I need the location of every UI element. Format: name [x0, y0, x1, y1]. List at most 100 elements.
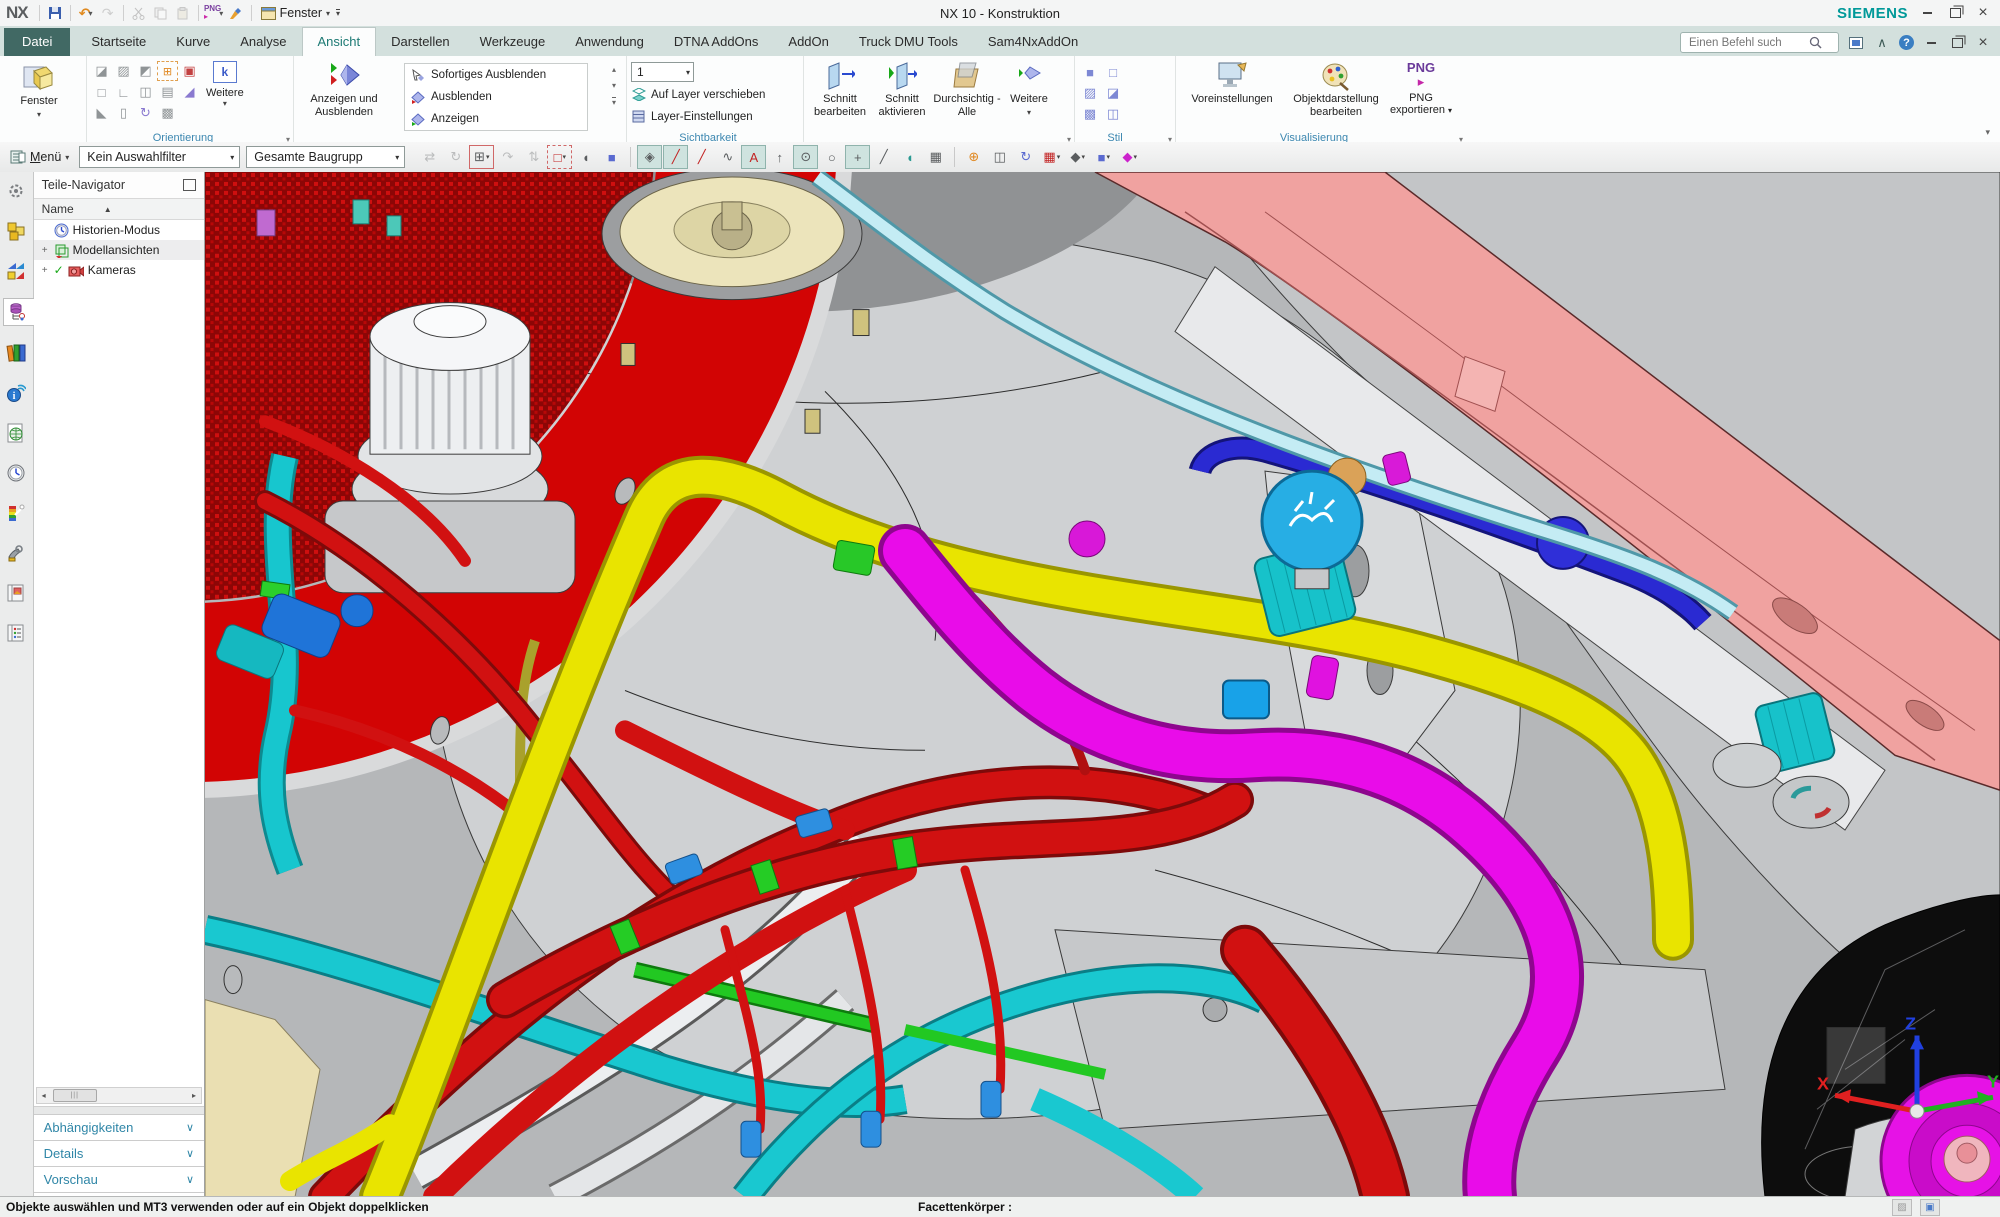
fit-view-icon[interactable]: ▣: [179, 61, 200, 81]
weitere-orientierung-label[interactable]: Weitere: [206, 87, 244, 99]
graphics-window[interactable]: X Y Z: [205, 172, 2000, 1197]
section-abhaengigkeiten[interactable]: Abhängigkeiten ∨: [34, 1114, 204, 1140]
perspective-icon[interactable]: ▩: [157, 103, 178, 123]
tab-werkzeuge[interactable]: Werkzeuge: [465, 28, 561, 56]
gallery-down-button[interactable]: ▾: [612, 81, 616, 90]
ribbon-overflow-dropdown[interactable]: ▾: [1985, 127, 2000, 142]
anzeigen-und-ausblenden-button[interactable]: Anzeigen und Ausblenden: [298, 59, 390, 118]
style-hidden-edges-icon[interactable]: ▩: [1079, 104, 1101, 124]
objektdarstellung-button[interactable]: Objektdarstellung bearbeiten: [1284, 59, 1388, 118]
paste-button[interactable]: [173, 3, 193, 23]
snap-center-icon[interactable]: ⊙: [793, 145, 818, 169]
view-bottom-icon[interactable]: ◣: [91, 103, 112, 123]
anzeigen-button[interactable]: Anzeigen: [405, 109, 587, 129]
app-minimize-button[interactable]: [1918, 5, 1936, 21]
command-search-box[interactable]: [1680, 32, 1839, 53]
menu-button[interactable]: Menü▾: [6, 148, 73, 166]
touch-panel-tab[interactable]: [3, 580, 29, 606]
view-orient-icon[interactable]: ◆▾: [1065, 145, 1090, 169]
tab-datei[interactable]: Datei: [4, 28, 70, 56]
expander-plus-icon[interactable]: +: [40, 245, 50, 256]
notes-panel-tab[interactable]: [3, 620, 29, 646]
schnitt-aktivieren-button[interactable]: Schnitt aktivieren: [872, 59, 932, 118]
window-layout-icon[interactable]: ▦▾: [1039, 145, 1064, 169]
render-style-icon[interactable]: ■▾: [1091, 145, 1116, 169]
section-details[interactable]: Details ∨: [34, 1140, 204, 1166]
png-exportieren-button[interactable]: PNG▸ PNG exportieren ▾: [1388, 59, 1454, 118]
view-top-icon[interactable]: □: [91, 82, 112, 102]
roles-tools-tab[interactable]: [3, 540, 29, 566]
snap-slash-icon[interactable]: ╱: [871, 145, 896, 169]
snap-scatter-icon[interactable]: ◈: [637, 145, 662, 169]
navigator-hscrollbar[interactable]: ◂ ||| ▸: [36, 1087, 202, 1104]
tab-startseite[interactable]: Startseite: [76, 28, 161, 56]
assembly-navigator-tab[interactable]: [3, 218, 29, 244]
tab-dtna-addons[interactable]: DTNA AddOns: [659, 28, 774, 56]
redo-button[interactable]: ↷: [98, 3, 118, 23]
help-button[interactable]: ?: [1899, 35, 1914, 50]
png-export-quick-button[interactable]: PNG▸▾: [204, 3, 224, 23]
tab-ansicht[interactable]: Ansicht: [302, 27, 377, 56]
tab-anwendung[interactable]: Anwendung: [560, 28, 659, 56]
view-isometric-icon[interactable]: ▨: [113, 61, 134, 81]
expander-plus-icon[interactable]: +: [40, 265, 50, 276]
rotate-view-icon[interactable]: ↻: [1013, 145, 1038, 169]
doc-restore-button[interactable]: [1948, 35, 1966, 51]
doc-close-button[interactable]: ×: [1974, 35, 1992, 51]
tree-row-modellansichten[interactable]: + Modellansichten: [34, 240, 204, 260]
cut-button[interactable]: [129, 3, 149, 23]
tab-darstellen[interactable]: Darstellen: [376, 28, 465, 56]
orient-view-icon[interactable]: k: [213, 61, 237, 83]
window-mode-icon[interactable]: ▣: [1920, 1199, 1940, 1216]
ausblenden-button[interactable]: Ausblenden: [405, 87, 587, 107]
tree-row-kameras[interactable]: + ✓ Kameras: [34, 260, 204, 280]
view-front-icon[interactable]: ◫: [135, 82, 156, 102]
tab-truck-dmu-tools[interactable]: Truck DMU Tools: [844, 28, 973, 56]
selection-scope-combo[interactable]: Gesamte Baugrupp▾: [246, 146, 405, 168]
weitere-sichtbarkeit-button[interactable]: Weitere ▾: [1002, 59, 1056, 118]
scroll-right-arrow[interactable]: ▸: [187, 1091, 201, 1100]
gallery-expand-button[interactable]: ▾: [612, 97, 616, 107]
voreinstellungen-button[interactable]: Voreinstellungen: [1180, 59, 1284, 118]
doc-minimize-button[interactable]: [1922, 35, 1940, 51]
durchsichtig-alle-button[interactable]: Durchsichtig - Alle: [932, 59, 1002, 118]
performance-flag-icon[interactable]: ▨: [1892, 1199, 1912, 1216]
selection-filter-combo[interactable]: Kein Auswahlfilter▾: [79, 146, 240, 168]
snap-ellipse-icon[interactable]: ○: [819, 145, 844, 169]
engine-bay-model[interactable]: X Y Z: [205, 172, 2000, 1197]
navigator-column-header[interactable]: Name ▲: [34, 198, 204, 220]
app-restore-button[interactable]: [1946, 5, 1964, 21]
web-browser-tab[interactable]: [3, 420, 29, 446]
solid-select-icon[interactable]: ■: [599, 145, 624, 169]
show-hide-icon[interactable]: ◆▾: [1117, 145, 1142, 169]
tab-addon[interactable]: AddOn: [773, 28, 843, 56]
undo-button[interactable]: ↶▾: [76, 3, 96, 23]
scroll-thumb[interactable]: |||: [53, 1089, 97, 1102]
snap-polyline-icon[interactable]: A: [741, 145, 766, 169]
shell-select-icon[interactable]: ◖: [573, 145, 598, 169]
rotate-view-ribbon-icon[interactable]: ↻: [135, 103, 156, 123]
command-search-input[interactable]: [1687, 36, 1809, 50]
edit-view-icon[interactable]: ◢: [179, 82, 200, 102]
style-studio-icon[interactable]: [1125, 62, 1147, 82]
assembly-constraints-icon[interactable]: ⇄: [417, 145, 442, 169]
style-static-wireframe-icon[interactable]: ◫: [1102, 104, 1124, 124]
brush-button[interactable]: [226, 3, 246, 23]
background-image-icon[interactable]: ▤: [157, 82, 178, 102]
snap-curve-icon[interactable]: ∿: [715, 145, 740, 169]
tab-analyse[interactable]: Analyse: [225, 28, 301, 56]
full-screen-button[interactable]: [1847, 34, 1865, 52]
snap-axis-icon[interactable]: ↑: [767, 145, 792, 169]
tree-row-historien-modus[interactable]: Historien-Modus: [34, 220, 204, 240]
sequence-tool-icon[interactable]: ⇅: [521, 145, 546, 169]
sofortiges-ausblenden-button[interactable]: Sofortiges Ausblenden: [405, 65, 587, 85]
fenster-ribbon-button[interactable]: Fenster ▾: [4, 59, 74, 119]
roles-gear-button[interactable]: [3, 178, 29, 204]
auf-layer-verschieben-button[interactable]: Auf Layer verschieben: [631, 85, 799, 104]
snap-endpoint-icon[interactable]: ╱: [663, 145, 688, 169]
section-vorschau[interactable]: Vorschau ∨: [34, 1166, 204, 1192]
save-button[interactable]: [45, 3, 65, 23]
tab-sam4nxaddon[interactable]: Sam4NxAddOn: [973, 28, 1093, 56]
style-shaded-icon[interactable]: □: [1102, 62, 1124, 82]
tab-kurve[interactable]: Kurve: [161, 28, 225, 56]
